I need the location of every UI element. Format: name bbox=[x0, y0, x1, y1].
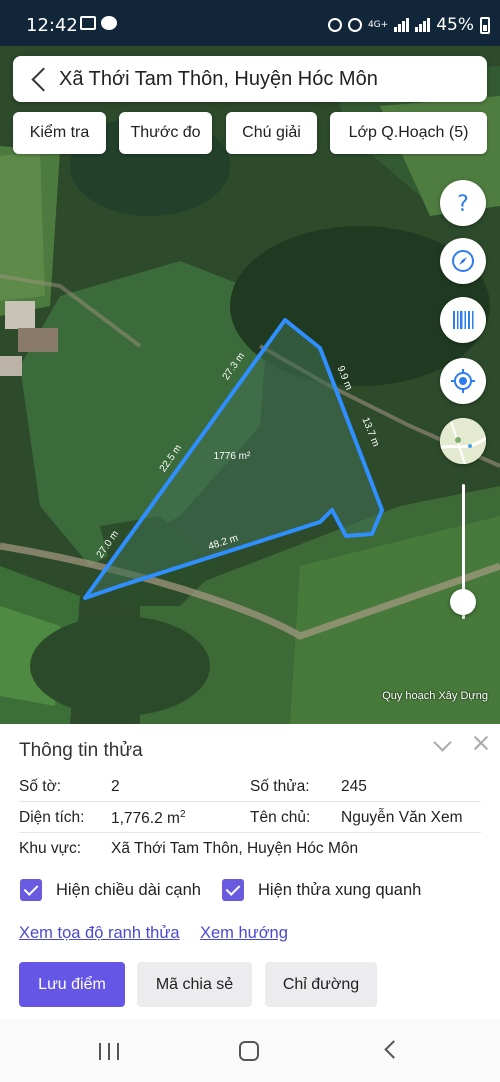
so-to-label: Số tờ: bbox=[19, 778, 62, 795]
so-to-value: 2 bbox=[111, 778, 120, 795]
signal-icon bbox=[394, 18, 410, 32]
back-arrow-icon[interactable] bbox=[13, 56, 59, 102]
barcode-icon bbox=[453, 311, 474, 329]
checkbox-checked-icon[interactable] bbox=[20, 879, 42, 901]
recents-icon[interactable] bbox=[99, 1043, 119, 1060]
chat-icon bbox=[101, 16, 117, 30]
dien-tich-label: Diện tích: bbox=[19, 809, 85, 826]
show-edges-label: Hiện chiều dài cạnh bbox=[56, 880, 201, 899]
show-neighbors-toggle[interactable]: Hiện thửa xung quanh bbox=[222, 878, 421, 902]
map-thumbnail-icon bbox=[440, 418, 486, 464]
battery-percent: 45% bbox=[436, 15, 474, 35]
ten-chu-value: Nguyễn Văn Xem bbox=[341, 809, 463, 826]
show-edges-toggle[interactable]: Hiện chiều dài cạnh bbox=[20, 878, 201, 902]
ten-chu-label: Tên chủ: bbox=[250, 809, 311, 826]
parcel-info-panel: Thông tin thửa Số tờ: 2 Số thửa: 245 Diệ… bbox=[0, 724, 500, 1019]
zoom-slider-handle[interactable] bbox=[450, 589, 476, 615]
planning-layers-button[interactable]: Lớp Q.Hoạch (5) bbox=[330, 112, 487, 154]
compass-button[interactable] bbox=[440, 238, 486, 284]
map-attribution: Quy hoạch Xây Dựng bbox=[382, 690, 488, 702]
checkbox-checked-icon[interactable] bbox=[222, 879, 244, 901]
so-thua-label: Số thửa: bbox=[250, 778, 310, 795]
save-point-button[interactable]: Lưu điểm bbox=[19, 962, 125, 1007]
view-direction-link[interactable]: Xem hướng bbox=[200, 924, 288, 943]
help-button[interactable]: ? bbox=[440, 180, 486, 226]
map-type-button[interactable] bbox=[440, 418, 486, 464]
location-header: Xã Thới Tam Thôn, Huyện Hóc Môn bbox=[13, 56, 487, 102]
barcode-button[interactable] bbox=[440, 297, 486, 343]
help-icon: ? bbox=[457, 192, 469, 215]
view-coordinates-link[interactable]: Xem tọa độ ranh thửa bbox=[19, 924, 180, 943]
compass-icon bbox=[452, 250, 474, 272]
gallery-icon bbox=[80, 16, 96, 30]
location-title[interactable]: Xã Thới Tam Thôn, Huyện Hóc Môn bbox=[59, 68, 378, 91]
khu-vuc-value: Xã Thới Tam Thôn, Huyện Hóc Môn bbox=[111, 840, 359, 857]
map-toolbar: Kiểm tra Thước đo Chú giải Lớp Q.Hoạch (… bbox=[0, 112, 500, 154]
legend-button[interactable]: Chú giải bbox=[226, 112, 317, 154]
my-location-button[interactable] bbox=[440, 358, 486, 404]
chevron-down-icon[interactable] bbox=[433, 736, 451, 754]
dien-tich-value: 1,776.2 m2 bbox=[111, 809, 186, 828]
alarm-icon bbox=[327, 18, 342, 32]
system-nav-bar bbox=[0, 1019, 500, 1082]
status-time: 12:42 bbox=[26, 15, 78, 36]
home-icon[interactable] bbox=[239, 1041, 259, 1061]
check-button[interactable]: Kiểm tra bbox=[13, 112, 106, 154]
khu-vuc-label: Khu vực: bbox=[19, 840, 82, 857]
svg-text:?: ? bbox=[457, 192, 469, 215]
divider bbox=[19, 801, 481, 802]
battery-icon bbox=[480, 16, 490, 34]
network-type: 4G+ bbox=[367, 19, 389, 30]
crosshair-icon bbox=[451, 369, 475, 393]
hotspot-icon bbox=[347, 18, 362, 32]
area-label: 1776 m² bbox=[214, 451, 251, 462]
ruler-button[interactable]: Thước đo bbox=[119, 112, 212, 154]
directions-button[interactable]: Chỉ đường bbox=[265, 962, 377, 1007]
so-thua-value: 245 bbox=[341, 778, 367, 795]
signal-icon-2 bbox=[415, 18, 431, 32]
status-bar: 12:42 4G+ 45% bbox=[0, 0, 500, 46]
panel-title: Thông tin thửa bbox=[19, 740, 143, 761]
show-neighbors-label: Hiện thửa xung quanh bbox=[258, 880, 422, 899]
back-icon[interactable] bbox=[384, 1040, 403, 1059]
share-code-button[interactable]: Mã chia sẻ bbox=[137, 962, 252, 1007]
close-icon[interactable] bbox=[472, 734, 490, 752]
divider bbox=[19, 832, 481, 833]
